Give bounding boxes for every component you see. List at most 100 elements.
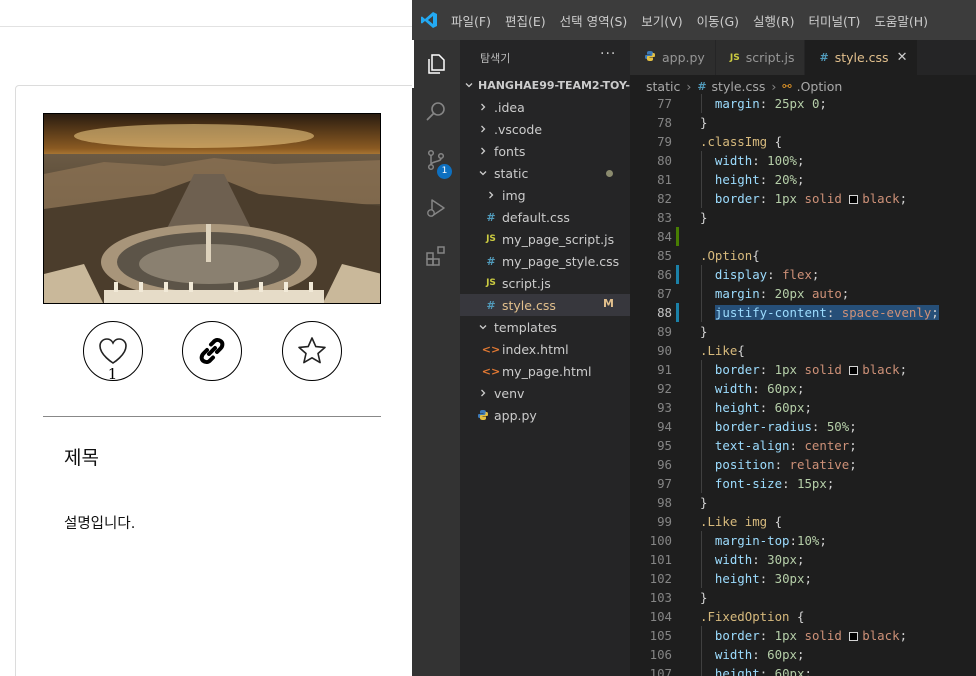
code-text: height: 30px; (714, 571, 812, 586)
tree-item-label: fonts (494, 143, 526, 159)
post-title: 제목 (64, 447, 99, 469)
like-button[interactable]: 1 (82, 321, 143, 383)
code-line: 98} (630, 493, 976, 512)
code-text: margin: 25px 0; (714, 96, 827, 111)
tree-item-label: .idea (494, 99, 525, 115)
folder-item[interactable]: venv (460, 382, 630, 404)
folder-item[interactable]: static (460, 162, 630, 184)
css-file-icon: # (697, 79, 707, 93)
folder-item[interactable]: fonts (460, 140, 630, 162)
file-item[interactable]: JS script.js (460, 272, 630, 294)
code-line: 89} (630, 322, 976, 341)
file-item[interactable]: JS my_page_script.js (460, 228, 630, 250)
line-number: 84 (657, 229, 672, 244)
workspace-root[interactable]: HANGHAE99-TEAM2-TOY-... (460, 74, 642, 96)
line-number: 100 (649, 533, 672, 548)
explorer-more-button[interactable]: ··· (600, 46, 616, 62)
editor-tabs: app.py JS script.js # style.css ✕ (630, 40, 976, 75)
editor-tab[interactable]: app.py (630, 40, 716, 75)
file-item[interactable]: # my_page_style.css (460, 250, 630, 272)
line-number: 107 (649, 666, 672, 676)
code-line: 86 display: flex; (630, 265, 976, 284)
tree-item-label: style.css (502, 297, 556, 313)
code-text: width: 60px; (714, 381, 805, 396)
browser-page: 1 제목 설명입니다. (0, 0, 415, 676)
line-number: 103 (649, 590, 672, 605)
heart-icon (98, 338, 127, 364)
file-item[interactable]: app.py (460, 404, 630, 426)
breadcrumb-folder[interactable]: static (646, 79, 680, 94)
line-number: 95 (657, 438, 672, 453)
python-file-icon (644, 50, 656, 65)
code-line: 103} (630, 588, 976, 607)
breadcrumb-symbol[interactable]: .Option (797, 79, 843, 94)
run-debug-activity[interactable] (412, 184, 460, 232)
file-item[interactable]: <> index.html (460, 338, 630, 360)
explorer-activity[interactable] (412, 40, 460, 88)
menu-item[interactable]: 이동(G) (692, 11, 744, 30)
vscode-logo-icon (421, 12, 437, 28)
line-number: 96 (657, 457, 672, 472)
menu-item[interactable]: 실행(R) (748, 11, 799, 30)
folder-item[interactable]: templates (460, 316, 630, 338)
code-text: border: 1px solid black; (714, 628, 908, 643)
close-icon[interactable]: ✕ (897, 50, 908, 65)
bookmark-button[interactable] (281, 321, 342, 381)
menu-item[interactable]: 선택 영역(S) (555, 11, 633, 30)
menu-item[interactable]: 파일(F) (446, 11, 496, 30)
menu-item[interactable]: 터미널(T) (804, 11, 866, 30)
code-line: 92 width: 60px; (630, 379, 976, 398)
folder-item[interactable]: .idea (460, 96, 630, 118)
folder-item[interactable]: .vscode (460, 118, 630, 140)
menu-item[interactable]: 편집(E) (500, 11, 551, 30)
code-text: font-size: 15px; (714, 476, 835, 491)
code-text: } (700, 590, 708, 605)
diff-gutter-marker (676, 303, 679, 322)
tree-item-label: static (494, 165, 529, 181)
star-icon (297, 337, 326, 364)
line-number: 94 (657, 419, 672, 434)
editor-tab[interactable]: JS script.js (715, 40, 806, 75)
chevron-right-icon: › (686, 78, 692, 94)
share-link-button[interactable] (182, 321, 242, 381)
chevron-down-icon (464, 80, 474, 90)
file-item[interactable]: # style.css M (460, 294, 630, 316)
file-item[interactable]: # default.css (460, 206, 630, 228)
line-number: 83 (657, 210, 672, 225)
code-line: 85 .Option{ (630, 246, 976, 265)
code-line: 99 .Like img { (630, 512, 976, 531)
chevron-right-icon (476, 102, 490, 112)
code-editor[interactable]: 77 margin: 25px 0; 78} 79 .classImg {80 wid… (630, 94, 976, 676)
line-number: 79 (657, 134, 672, 149)
search-activity[interactable] (412, 88, 460, 136)
code-text: display: flex; (714, 267, 820, 282)
color-swatch-icon (849, 632, 859, 641)
menu-item[interactable]: 보기(V) (636, 11, 687, 30)
folder-item[interactable]: img (460, 184, 630, 206)
code-text: .Like{ (700, 343, 745, 358)
tab-label: style.css (834, 50, 889, 65)
tree-item-label: script.js (502, 275, 551, 291)
code-line: 97 font-size: 15px; (630, 474, 976, 493)
menu-item[interactable]: 도움말(H) (869, 11, 933, 30)
editor-tab[interactable]: # style.css ✕ (805, 40, 919, 75)
breadcrumb-file[interactable]: style.css (712, 79, 766, 94)
modified-dot-icon (606, 170, 613, 177)
explorer-header: 탐색기 ··· (460, 40, 630, 75)
code-text: .Like img { (700, 514, 783, 529)
source-control-activity[interactable]: 1 (412, 136, 460, 184)
source-control-badge: 1 (437, 164, 452, 179)
js-file-icon: JS (486, 234, 496, 244)
code-text: height: 60px; (714, 400, 812, 415)
line-number: 77 (657, 96, 672, 111)
code-line: 91 border: 1px solid black; (630, 360, 976, 379)
extensions-activity[interactable] (412, 232, 460, 280)
file-item[interactable]: <> my_page.html (460, 360, 630, 382)
code-line: 106 width: 60px; (630, 645, 976, 664)
link-icon (199, 337, 225, 365)
search-icon (426, 102, 445, 121)
extensions-icon (426, 246, 445, 266)
editor-area: app.py JS script.js # style.css ✕ static › # … (630, 40, 976, 676)
post-image (43, 113, 381, 304)
code-text: border: 1px solid black; (714, 362, 908, 377)
